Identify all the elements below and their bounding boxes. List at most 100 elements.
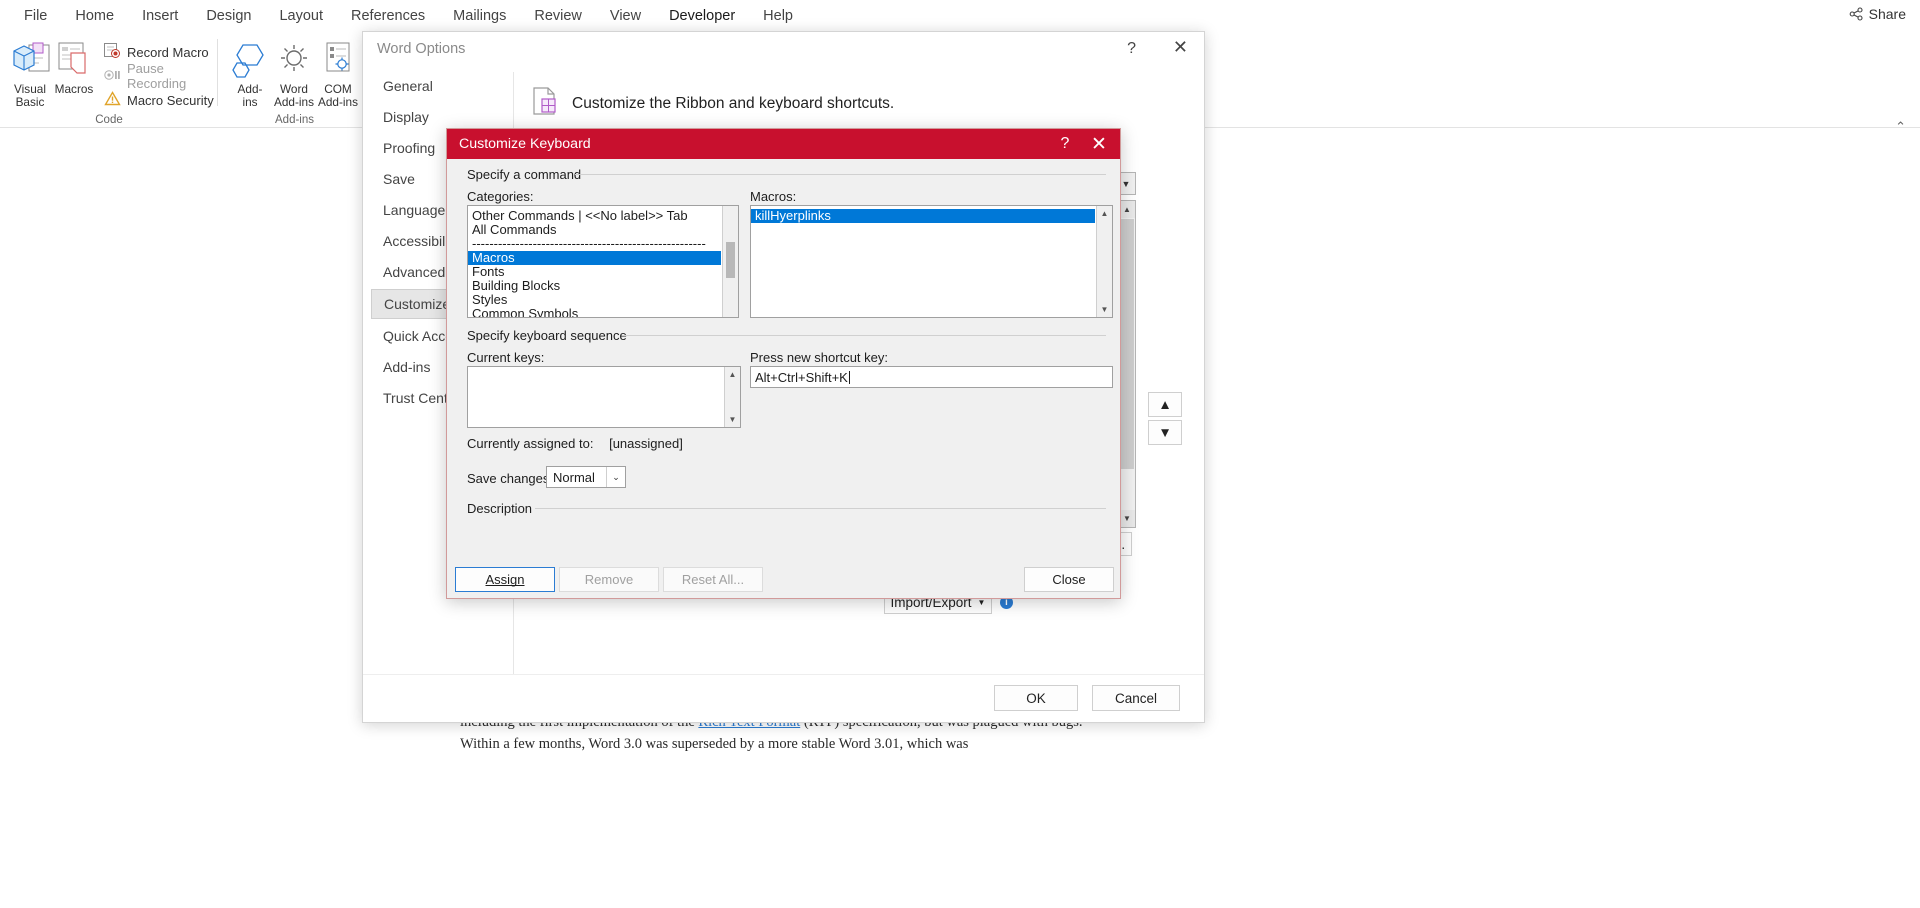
scroll-down-icon[interactable]: ▼: [725, 412, 740, 427]
sidebar-item-display[interactable]: Display: [371, 103, 506, 131]
text-caret: [848, 370, 850, 384]
pause-recording-icon: [104, 68, 121, 85]
current-keys-listbox[interactable]: ▲ ▼: [467, 366, 741, 428]
list-item-macros[interactable]: Macros: [468, 251, 721, 265]
list-item-fonts[interactable]: Fonts: [468, 265, 721, 279]
list-item-killhyerplinks[interactable]: killHyerplinks: [751, 209, 1095, 223]
press-new-shortcut-input[interactable]: Alt+Ctrl+Shift+K: [750, 366, 1113, 388]
ok-button[interactable]: OK: [994, 685, 1078, 711]
close-icon[interactable]: ✕: [1173, 38, 1188, 56]
ribbon-tab-home[interactable]: Home: [61, 2, 128, 31]
description-group-label: Description: [467, 501, 533, 516]
visual-basic-label-line2: Basic: [15, 95, 45, 109]
ribbon-tab-mailings[interactable]: Mailings: [439, 2, 520, 31]
specify-sequence-group-label: Specify keyboard sequence: [467, 328, 627, 343]
cancel-button[interactable]: Cancel: [1092, 685, 1180, 711]
scroll-up-icon[interactable]: ▲: [1119, 201, 1135, 218]
group-separator: [217, 39, 218, 106]
ribbon-tab-help[interactable]: Help: [749, 2, 807, 31]
customize-keyboard-title: Customize Keyboard: [459, 136, 591, 152]
ribbon-group-addins: Add- ins Word Add-ins COM Add-ins Add-in…: [222, 33, 367, 128]
ribbon-tab-label: Layout: [279, 8, 324, 24]
addins-button[interactable]: Add- ins: [226, 39, 274, 109]
ribbon-tab-layout[interactable]: Layout: [265, 2, 337, 31]
list-item-separator: ----------------------------------------…: [472, 236, 706, 251]
pause-recording-label: Pause Recording: [127, 61, 187, 91]
com-addins-icon: [314, 39, 362, 83]
share-icon: [1849, 7, 1863, 21]
list-item-other-commands[interactable]: Other Commands | <<No label>> Tab: [468, 209, 721, 223]
ribbon-tab-design[interactable]: Design: [192, 2, 265, 31]
scroll-down-icon[interactable]: ▼: [1119, 510, 1135, 527]
question-mark-icon[interactable]: ?: [1127, 40, 1136, 58]
question-mark-icon[interactable]: ?: [1048, 129, 1082, 159]
scrollbar-thumb[interactable]: [726, 242, 735, 278]
currently-assigned-row: Currently assigned to: [unassigned]: [467, 436, 683, 451]
chevron-down-icon: ⌄: [606, 467, 625, 487]
ribbon-tab-label: Home: [75, 8, 115, 24]
list-item-styles[interactable]: Styles: [468, 293, 721, 307]
customize-keyboard-titlebar: Customize Keyboard ? ✕: [447, 129, 1120, 159]
macros-scrollbar[interactable]: ▲ ▼: [1096, 206, 1112, 317]
ribbon-tab-label: Review: [534, 8, 582, 24]
addins-label-line2: ins: [242, 95, 258, 109]
ribbon-tab-label: File: [24, 8, 48, 24]
move-down-button[interactable]: ▼: [1148, 420, 1182, 445]
scroll-up-icon[interactable]: ▲: [725, 367, 740, 382]
assign-button[interactable]: Assign: [455, 567, 555, 592]
customize-keyboard-dialog: Customize Keyboard ? ✕ Specify a command…: [446, 128, 1121, 599]
scroll-down-icon[interactable]: ▼: [1097, 302, 1112, 317]
word-addins-button[interactable]: Word Add-ins: [270, 39, 318, 109]
collapse-ribbon-icon[interactable]: ⌃: [1895, 119, 1906, 135]
list-item-all-commands[interactable]: All Commands: [468, 223, 721, 237]
macros-button[interactable]: Macros: [50, 39, 98, 96]
ribbon-tab-view[interactable]: View: [596, 2, 655, 31]
com-addins-button[interactable]: COM Add-ins: [314, 39, 362, 109]
categories-scrollbar[interactable]: [722, 206, 738, 317]
categories-listbox[interactable]: Other Commands | <<No label>> Tab All Co…: [467, 205, 739, 318]
customize-ribbon-icon: [530, 86, 560, 121]
com-addins-label-line1: COM: [324, 82, 352, 96]
description-text: [467, 519, 1106, 561]
move-up-button[interactable]: ▲: [1148, 392, 1182, 417]
ribbon-group-addins-label: Add-ins: [275, 114, 314, 126]
close-icon[interactable]: ✕: [1082, 129, 1116, 159]
pause-recording-button: Pause Recording: [104, 61, 218, 91]
current-keys-scrollbar[interactable]: ▲ ▼: [724, 367, 740, 427]
record-macro-button[interactable]: Record Macro: [104, 41, 209, 63]
scroll-up-icon[interactable]: ▲: [1097, 206, 1112, 221]
assign-label: Assign: [485, 572, 525, 587]
ribbon-tab-insert[interactable]: Insert: [128, 2, 192, 31]
ribbon-tab-label: Mailings: [453, 8, 507, 24]
visual-basic-button[interactable]: Visual Basic: [6, 39, 54, 109]
ribbon-tab-references[interactable]: References: [337, 2, 439, 31]
ribbon-tab-developer[interactable]: Developer: [655, 2, 749, 35]
word-options-title: Word Options: [377, 41, 466, 57]
addins-label-line1: Add-: [237, 82, 263, 96]
share-button[interactable]: Share: [1849, 6, 1906, 22]
macro-security-button[interactable]: Macro Security: [104, 89, 214, 111]
word-options-heading-text: Customize the Ribbon and keyboard shortc…: [572, 94, 895, 112]
group-divider: [622, 335, 1106, 336]
scrollbar-thumb[interactable]: [1120, 219, 1134, 469]
visual-basic-label-line1: Visual: [14, 82, 46, 96]
ribbon-group-code: Visual Basic Macros Record Macro Pause R…: [0, 33, 218, 128]
list-item-building-blocks[interactable]: Building Blocks: [468, 279, 721, 293]
com-addins-label-line2: Add-ins: [318, 95, 358, 109]
remove-button: Remove: [559, 567, 659, 592]
ribbon-tab-bar: File Home Insert Design Layout Reference…: [0, 0, 1920, 35]
ribbon-tab-label: Developer: [669, 8, 736, 24]
word-addins-label-line1: Word: [280, 82, 308, 96]
group-divider: [575, 174, 1106, 175]
currently-assigned-value: [unassigned]: [609, 436, 683, 451]
macro-security-label: Macro Security: [127, 92, 214, 108]
word-options-titlebar: Word Options ? ✕: [363, 32, 1204, 69]
ribbon-tab-file[interactable]: File: [10, 2, 61, 31]
save-changes-dropdown[interactable]: Normal ⌄: [546, 466, 626, 488]
ribbon-tab-review[interactable]: Review: [520, 2, 596, 31]
close-button[interactable]: Close: [1024, 567, 1114, 592]
sidebar-item-general[interactable]: General: [371, 72, 506, 100]
list-item-common-symbols[interactable]: Common Symbols: [468, 307, 721, 318]
macros-listbox[interactable]: killHyerplinks ▲ ▼: [750, 205, 1113, 318]
record-macro-label: Record Macro: [127, 44, 209, 60]
